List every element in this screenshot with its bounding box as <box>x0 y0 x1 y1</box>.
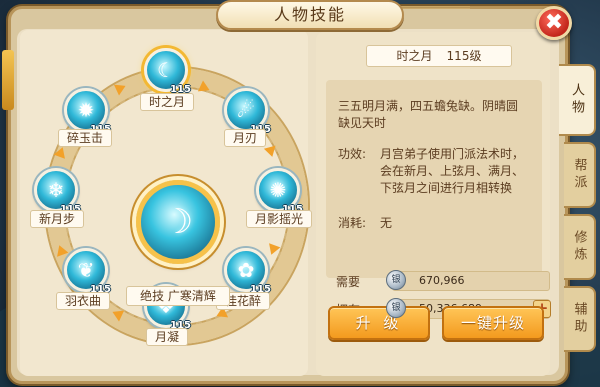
skill-level-text: 115级 <box>446 49 482 63</box>
skill-label: 羽衣曲 <box>56 292 111 310</box>
upgrade-all-button[interactable]: 一键升级 <box>442 306 544 340</box>
skill-description: 三五明月满，四五蟾兔缺。阴晴圆缺见天时 功效: 月宫弟子使用门派法术时，会在新月… <box>326 80 542 278</box>
tab-guild[interactable]: 帮派 <box>564 142 596 208</box>
skill-slot-shi-zhi-yue[interactable]: ☾ 115 <box>144 48 191 95</box>
skill-label: 碎玉击 <box>58 129 113 147</box>
silver-coin-icon: 银 <box>386 270 406 290</box>
ultimate-skill-slot[interactable]: ☽ <box>136 180 220 264</box>
skill-wheel-panel: ☾ 115 时之月 ☄ 115 月刃 ✺ 115 月影摇光 ✿ 115 桂花醉 … <box>20 30 313 376</box>
skill-effect: 功效: 月宫弟子使用门派法术时，会在新月、上弦月、满月、下弦月之间进行月相转换 <box>338 146 528 197</box>
required-silver-row: 需要 银 670,966 <box>326 270 550 292</box>
ultimate-skill-label: 绝技 广寒清辉 <box>126 286 230 306</box>
window-title: 人物技能 <box>216 0 404 30</box>
title-ornament-right <box>400 6 470 22</box>
skill-slot-xin-yue-bu[interactable]: ❄ 115 <box>34 168 81 215</box>
skill-slot-yue-ren[interactable]: ☄ 115 <box>224 88 271 135</box>
skill-slot-yu-yi-qu[interactable]: ❦ 115 <box>64 248 111 295</box>
skill-header: 时之月 115级 <box>366 45 512 67</box>
skill-name: 时之月 <box>396 49 433 63</box>
cost-value: 无 <box>380 216 393 230</box>
skill-label: 月刃 <box>224 129 267 147</box>
close-icon[interactable]: ✖ <box>536 6 572 40</box>
required-label: 需要 <box>336 275 361 289</box>
skill-slot-yue-ying-yao-guang[interactable]: ✺ 115 <box>256 168 303 215</box>
moon-spirit-icon: ☽ <box>162 202 194 242</box>
skill-slot-sui-yu-ji[interactable]: ✹ 115 <box>64 88 111 135</box>
tab-cultivation[interactable]: 修炼 <box>564 214 596 280</box>
required-value: 670,966 <box>392 271 550 291</box>
skill-label: 月影摇光 <box>246 210 313 228</box>
skill-cost: 消耗: 无 <box>338 215 528 232</box>
skill-label: 月凝 <box>146 328 189 346</box>
skill-slot-gui-hua-zui[interactable]: ✿ 115 <box>224 248 271 295</box>
title-ornament-left <box>150 6 220 22</box>
tab-assist[interactable]: 辅助 <box>564 286 596 352</box>
silver-coin-icon: 银 <box>386 298 406 318</box>
cost-label: 消耗: <box>338 216 367 230</box>
effect-label: 功效: <box>338 147 367 161</box>
skill-poem: 三五明月满，四五蟾兔缺。阴晴圆缺见天时 <box>338 99 519 130</box>
skill-label: 时之月 <box>140 93 195 111</box>
effect-text: 月宫弟子使用门派法术时，会在新月、上弦月、满月、下弦月之间进行月相转换 <box>380 147 525 195</box>
tassel-ornament <box>2 50 14 110</box>
tab-character[interactable]: 人物 <box>559 64 596 136</box>
upgrade-button[interactable]: 升 级 <box>328 306 430 340</box>
skill-label: 新月步 <box>30 210 85 228</box>
